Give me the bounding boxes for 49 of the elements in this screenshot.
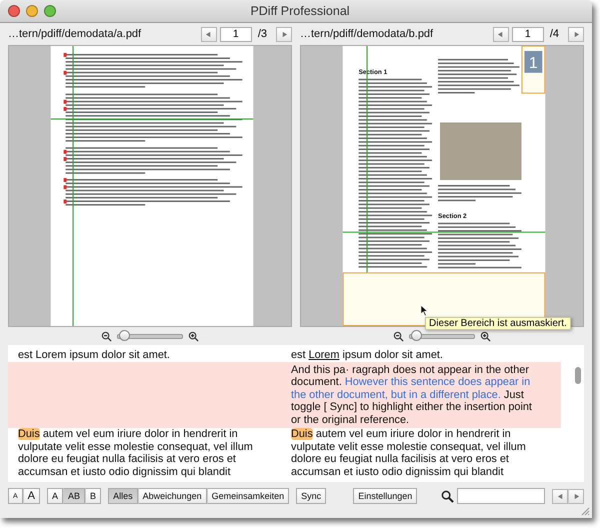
- paragraph-text: And this pa· ragraph does not appear in the other document. However this sentence does appear in the other document, but in a different place. Just toggle [ Sync] to highlight either the insertion point or the original reference.: [289, 362, 561, 428]
- zoom-out-icon[interactable]: [393, 330, 404, 342]
- right-triangle-icon: [280, 30, 288, 38]
- left-triangle-icon: [556, 492, 564, 500]
- slider-thumb[interactable]: [411, 330, 422, 340]
- next-page-button[interactable]: [568, 26, 584, 42]
- left-triangle-icon: [205, 30, 212, 38]
- page-number-field[interactable]: 1: [220, 26, 252, 42]
- sync-button[interactable]: Sync: [296, 488, 326, 504]
- view-mode-button[interactable]: A: [47, 488, 64, 504]
- zoom-button[interactable]: [44, 5, 56, 17]
- paragraph-text: Duis autem vel eum iriure dolor in hendrerit in vulputate velit esse molestie consequat, vel illum dolore eu feugiat nulla facilisis at vero eros et accumsan et iusto odio dignissim qui blandit: [17, 428, 254, 478]
- minimize-button[interactable]: [26, 5, 38, 17]
- zoom-out-icon[interactable]: [101, 330, 112, 342]
- left-triangle-icon: [497, 30, 504, 38]
- view-mode-button[interactable]: B: [85, 488, 102, 504]
- scrollbar-thumb[interactable]: [575, 367, 581, 384]
- slider-thumb[interactable]: [119, 330, 130, 340]
- file-path: …tern/pdiff/demodata/a.pdf: [8, 28, 142, 40]
- previous-page-button[interactable]: [200, 26, 217, 42]
- right-triangle-icon: [572, 30, 580, 38]
- file-path: …tern/pdiff/demodata/b.pdf: [300, 28, 434, 40]
- page-number-badge: 1: [524, 50, 542, 73]
- filter-button[interactable]: Abweichungen: [138, 488, 207, 504]
- previous-page-button[interactable]: [492, 26, 509, 42]
- paragraph-text: est Lorem ipsum dolor sit amet.: [290, 349, 444, 362]
- settings-button[interactable]: Einstellungen: [353, 488, 418, 504]
- filter-button[interactable]: Gemeinsamkeiten: [206, 488, 290, 504]
- filter-button[interactable]: Alles: [108, 488, 138, 504]
- page-number-field[interactable]: 1: [512, 26, 544, 42]
- zoom-in-icon[interactable]: [188, 330, 199, 342]
- mouse-pointer-icon: [420, 304, 429, 317]
- view-mode-button[interactable]: AB: [63, 488, 86, 504]
- next-match-button[interactable]: [568, 488, 584, 504]
- right-triangle-icon: [572, 492, 580, 500]
- increase-font-button[interactable]: A: [22, 488, 40, 504]
- search-icon: [441, 490, 454, 502]
- next-page-button[interactable]: [276, 26, 292, 42]
- paragraph-text: est Lorem ipsum dolor sit amet.: [17, 349, 171, 362]
- page-count: /3: [258, 28, 267, 40]
- resize-grip-icon[interactable]: [580, 506, 590, 516]
- close-button[interactable]: [8, 5, 20, 17]
- window-title: PDiff Professional: [249, 4, 351, 18]
- tooltip: Dieser Bereich ist ausmaskiert.: [425, 317, 571, 330]
- zoom-in-icon[interactable]: [480, 330, 491, 342]
- search-field[interactable]: [457, 488, 545, 504]
- previous-match-button[interactable]: [552, 488, 568, 504]
- paragraph-text: Duis autem vel eum iriure dolor in hendrerit in vulputate velit esse molestie consequat, vel illum dolore eu feugiat nulla facilisis at vero eros et accumsan et iusto odio dignissim qui blandit: [290, 428, 527, 478]
- page-count: /4: [550, 28, 559, 40]
